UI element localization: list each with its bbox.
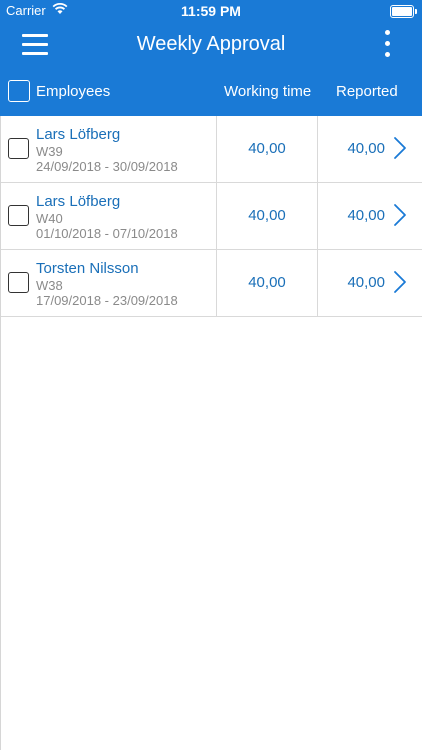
working-time-value: 40,00 xyxy=(248,207,286,224)
chevron-right-icon[interactable] xyxy=(393,136,407,160)
reported-value: 40,00 xyxy=(347,207,385,224)
row-checkbox[interactable] xyxy=(8,138,29,159)
approval-list: Lars Löfberg W39 24/09/2018 - 30/09/2018… xyxy=(0,116,422,750)
week-label: W38 xyxy=(36,278,63,293)
page-title: Weekly Approval xyxy=(136,33,286,55)
clock: 11:59 PM xyxy=(181,3,241,19)
employee-name: Lars Löfberg xyxy=(36,193,121,210)
status-bar: Carrier 11:59 PM xyxy=(0,0,422,22)
select-all-checkbox[interactable] xyxy=(8,80,30,102)
period-label: 24/09/2018 - 30/09/2018 xyxy=(36,159,178,174)
employee-name: Lars Löfberg xyxy=(36,126,121,143)
table-row[interactable]: Lars Löfberg W39 24/09/2018 - 30/09/2018… xyxy=(1,116,422,183)
working-time-value: 40,00 xyxy=(248,274,286,291)
employees-column-header: Employees xyxy=(36,83,111,100)
more-options-icon[interactable] xyxy=(382,30,394,60)
reported-column-header: Reported xyxy=(336,83,398,100)
chevron-right-icon[interactable] xyxy=(393,270,407,294)
table-row[interactable]: Torsten Nilsson W38 17/09/2018 - 23/09/2… xyxy=(1,250,422,317)
reported-value: 40,00 xyxy=(347,274,385,291)
week-label: W39 xyxy=(36,144,63,159)
row-checkbox[interactable] xyxy=(8,205,29,226)
table-header: Employees Working time Reported xyxy=(0,68,422,116)
period-label: 17/09/2018 - 23/09/2018 xyxy=(36,293,178,308)
working-time-value: 40,00 xyxy=(248,140,286,157)
navigation-bar: Weekly Approval xyxy=(0,22,422,68)
week-label: W40 xyxy=(36,211,63,226)
period-label: 01/10/2018 - 07/10/2018 xyxy=(36,226,178,241)
reported-value: 40,00 xyxy=(347,140,385,157)
working-time-column-header: Working time xyxy=(224,83,312,100)
row-checkbox[interactable] xyxy=(8,272,29,293)
battery-icon xyxy=(390,5,417,18)
table-row[interactable]: Lars Löfberg W40 01/10/2018 - 07/10/2018… xyxy=(1,183,422,250)
chevron-right-icon[interactable] xyxy=(393,203,407,227)
employee-name: Torsten Nilsson xyxy=(36,260,139,277)
